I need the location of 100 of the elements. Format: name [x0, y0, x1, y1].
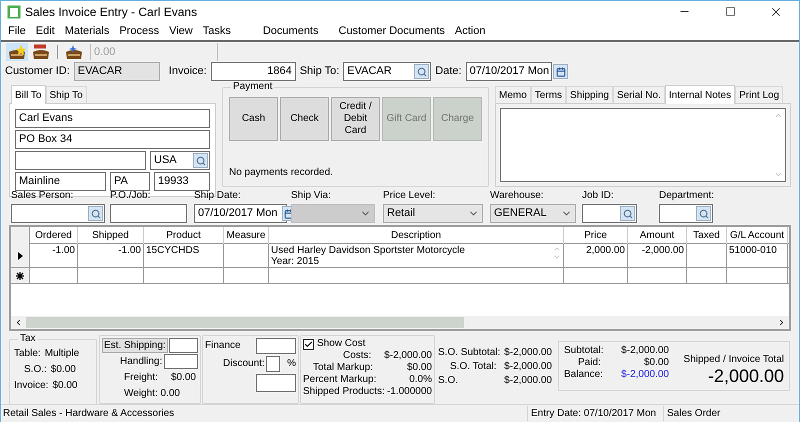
field-label: Customer ID:: [5, 64, 70, 80]
total-value: $-2,000.00: [621, 345, 669, 357]
column-header[interactable]: Measure: [224, 227, 269, 244]
total-label: Paid:: [577, 357, 601, 369]
table-cell: -1.00: [78, 244, 144, 267]
menu-item[interactable]: Documents: [258, 22, 324, 40]
toolbar-amount: 0.00: [90, 44, 116, 60]
tab[interactable]: Print Log: [735, 86, 784, 103]
so-value: $-2,000.00: [504, 361, 552, 373]
status-text: Sales Order: [666, 406, 720, 420]
input-field[interactable]: 19933: [154, 172, 210, 191]
table-cell: 15CYCHDS: [144, 244, 224, 267]
tab[interactable]: Ship To: [46, 86, 87, 103]
cost-label: Costs:: [343, 350, 372, 362]
menu-item[interactable]: File: [3, 22, 31, 40]
total-label: Subtotal:: [564, 345, 604, 357]
checkbox-label: Show Cost: [317, 338, 366, 350]
menu-item[interactable]: View: [164, 22, 198, 40]
tax-value: Multiple: [44, 348, 80, 360]
field-label: Finance: [205, 340, 241, 352]
field-label: Warehouse:: [490, 190, 545, 202]
est-shipping-button[interactable]: Est. Shipping:: [102, 338, 168, 353]
total-value: $0.00: [644, 357, 669, 369]
table-cell: 2,000.00: [564, 244, 628, 267]
field-label: Discount:: [223, 358, 265, 370]
cost-value: $-2,000.00: [384, 350, 432, 362]
tax-label: Table:: [14, 348, 41, 360]
freight-value: $0.00: [170, 372, 196, 384]
status-text: Retail Sales - Hardware & Accessories: [1, 406, 528, 420]
input-field[interactable]: 1864: [210, 62, 296, 81]
field-label: Department:: [659, 190, 714, 202]
table-cell-text: Used Harley Davidson Sportster Motorcycle Year: 2015: [271, 245, 466, 267]
payment-button[interactable]: Credit / Debit Card: [331, 97, 380, 141]
table-cell: -2,000.00: [628, 244, 687, 267]
lookup-field[interactable]: USA: [150, 151, 210, 170]
menu-item[interactable]: Materials: [60, 22, 114, 40]
column-header[interactable]: Price: [564, 227, 628, 244]
field-label: Sales Person:: [11, 190, 74, 202]
menu-item[interactable]: Customer Documents: [334, 22, 450, 40]
invoice-total: -2,000.00: [708, 366, 784, 386]
column-header[interactable]: Taxed: [687, 227, 727, 244]
input-field[interactable]: Carl Evans: [15, 109, 210, 128]
cost-label: Shipped Products:: [303, 386, 385, 398]
field-label: Handling:: [120, 356, 162, 368]
menu-item[interactable]: Edit: [30, 22, 60, 40]
tab[interactable]: Shipping: [566, 86, 613, 103]
payment-button[interactable]: Cash: [229, 97, 278, 141]
dropdown[interactable]: Retail: [383, 204, 483, 223]
field-label: Invoice:: [168, 64, 207, 80]
input-field[interactable]: EVACAR: [74, 62, 160, 81]
column-header[interactable]: Amount: [628, 227, 687, 244]
weight-text: Weight: 0.00: [123, 388, 181, 400]
field-label: Ship To:: [300, 64, 340, 80]
menu-item[interactable]: Action: [450, 22, 490, 40]
menu-item[interactable]: Process: [114, 22, 164, 40]
input-field[interactable]: PO Box 34: [15, 130, 210, 149]
tax-label: Invoice:: [14, 380, 48, 392]
dropdown[interactable]: GENERAL: [490, 204, 576, 223]
column-header[interactable]: G/L Account: [727, 227, 788, 244]
so-label: S.O. Subtotal:: [438, 347, 500, 359]
window-title: Sales Invoice Entry - Carl Evans: [25, 4, 198, 20]
field-label: Date:: [435, 64, 462, 80]
status-text: Entry Date: 07/10/2017 Mon: [528, 406, 664, 420]
tax-value: $0.00: [52, 380, 78, 392]
invoice-total-caption: Shipped / Invoice Total: [684, 354, 784, 366]
group-title: Payment: [231, 81, 274, 93]
so-value: $-2,000.00: [504, 375, 552, 387]
so-value: $-2,000.00: [504, 347, 552, 359]
field-label: Price Level:: [383, 190, 436, 202]
cost-value: $0.00: [406, 362, 432, 374]
tax-value: $0.00: [50, 364, 76, 376]
column-header[interactable]: Description: [269, 227, 564, 244]
cost-value: 0.0%: [409, 374, 432, 386]
lookup-field[interactable]: EVACAR: [343, 62, 432, 81]
tab[interactable]: Terms: [530, 86, 566, 103]
cost-label: Total Markup:: [313, 362, 374, 374]
so-label: S.O. Total:: [449, 361, 497, 373]
input-field[interactable]: PA: [110, 172, 150, 191]
menu-item[interactable]: Tasks: [198, 22, 236, 40]
input-field[interactable]: Mainline: [15, 172, 106, 191]
tab[interactable]: Memo: [495, 86, 531, 103]
column-header[interactable]: Shipped: [78, 227, 144, 244]
percent-sign: %: [287, 358, 296, 370]
field-label: Ship Via:: [291, 190, 332, 202]
field-label: Freight:: [124, 372, 158, 384]
payment-button[interactable]: Check: [280, 97, 329, 141]
so-label: S.O.: [438, 375, 458, 387]
field-label: Job ID:: [582, 190, 615, 202]
cost-label: Percent Markup:: [303, 374, 376, 386]
tab[interactable]: Serial No.: [612, 86, 665, 103]
total-value: $-2,000.00: [621, 369, 669, 381]
tab[interactable]: Bill To: [11, 85, 46, 104]
column-header[interactable]: Product: [144, 227, 224, 244]
tab[interactable]: Internal Notes: [664, 85, 736, 104]
field-label: P.O./Job:: [110, 190, 152, 202]
table-cell: -1.00: [30, 244, 78, 267]
column-header[interactable]: Ordered: [30, 227, 78, 244]
cost-value: -1.000000: [386, 386, 432, 398]
tax-label: S.O.:: [24, 364, 47, 376]
field-label: Ship Date:: [194, 190, 242, 202]
